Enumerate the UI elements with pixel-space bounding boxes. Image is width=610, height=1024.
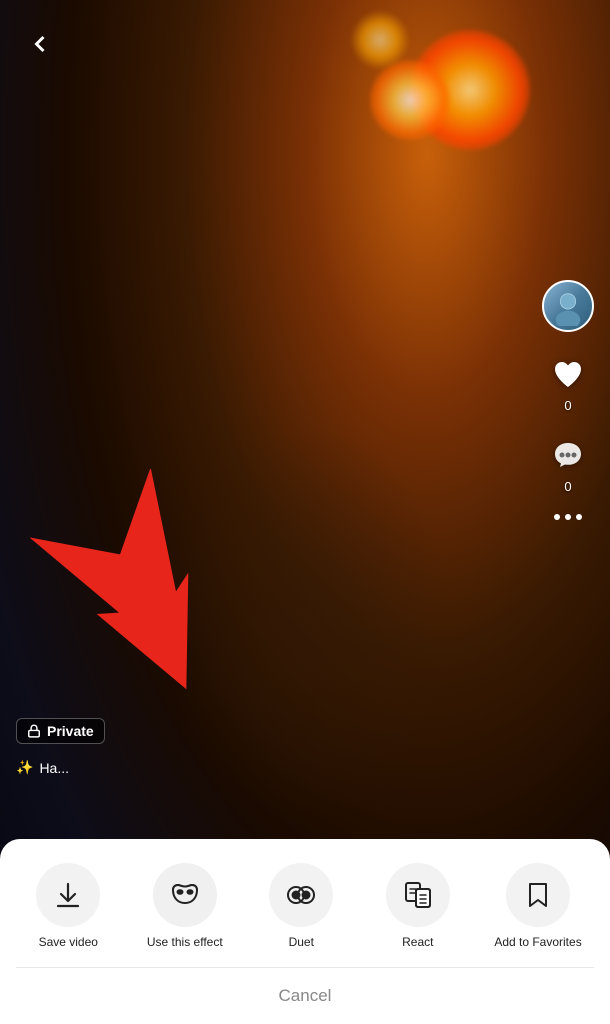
duet-label: Duet [289,935,314,951]
duet-icon [286,880,316,910]
hashtag-bar: ✨ Ha... [16,759,69,776]
hashtag-prefix: ✨ [16,759,33,776]
react-icon-circle [386,863,450,927]
save-video-label: Save video [39,935,98,951]
save-video-action[interactable]: Save video [28,863,108,951]
actions-row: Save video Use this effect [0,839,610,967]
right-sidebar: 0 0 [542,280,594,520]
hashtag-text: Ha... [39,760,69,776]
mask-icon [170,880,200,910]
like-button[interactable]: 0 [546,352,590,413]
cancel-button[interactable]: Cancel [0,968,610,1024]
private-label: Private [47,723,94,739]
react-label: React [402,935,433,951]
duet-action[interactable]: Duet [261,863,341,951]
react-action[interactable]: React [378,863,458,951]
like-count: 0 [564,398,571,413]
bookmark-icon [523,880,553,910]
avatar[interactable] [542,280,594,332]
private-badge: Private [16,718,105,744]
save-video-icon-circle [36,863,100,927]
add-favorites-label: Add to Favorites [494,935,581,951]
add-favorites-icon-circle [506,863,570,927]
cancel-label: Cancel [279,986,332,1006]
download-icon [53,880,83,910]
back-button[interactable] [20,24,60,64]
bottom-sheet: Save video Use this effect [0,839,610,1024]
add-favorites-action[interactable]: Add to Favorites [494,863,581,951]
use-effect-label: Use this effect [147,935,223,951]
use-effect-action[interactable]: Use this effect [145,863,225,951]
use-effect-icon-circle [153,863,217,927]
react-icon [403,880,433,910]
duet-icon-circle [269,863,333,927]
comment-count: 0 [564,479,571,494]
more-button[interactable] [554,514,582,520]
comment-button[interactable]: 0 [546,433,590,494]
